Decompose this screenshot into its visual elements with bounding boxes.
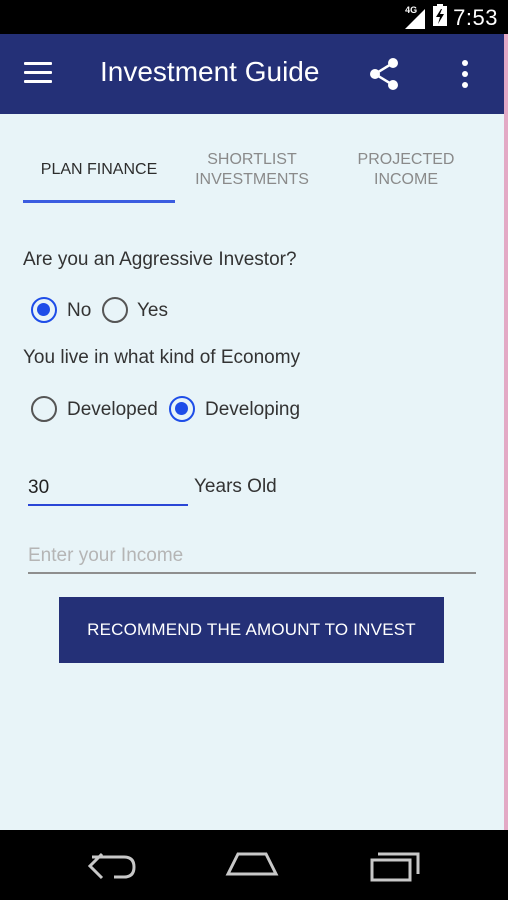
menu-icon[interactable] [24, 62, 54, 86]
recents-icon[interactable] [368, 846, 424, 886]
app-bar: Investment Guide [0, 34, 504, 114]
navigation-bar [0, 830, 508, 900]
back-icon[interactable] [84, 846, 140, 886]
tab-label-line2: INVESTMENTS [195, 171, 309, 188]
radio-investor-no[interactable] [31, 297, 57, 323]
signal-icon: 4G [403, 4, 427, 29]
radio-economy-developing[interactable] [169, 396, 195, 422]
economy-question: You live in what kind of Economy [23, 347, 301, 368]
radio-investor-yes[interactable] [102, 297, 128, 323]
radio-economy-developing-label[interactable]: Developing [205, 399, 300, 421]
years-old-label: Years Old [194, 476, 277, 497]
radio-economy-developed[interactable] [31, 396, 57, 422]
main-content: PLAN FINANCE SHORTLIST INVESTMENTS PROJE… [0, 114, 504, 830]
radio-economy-developed-label[interactable]: Developed [67, 399, 158, 421]
tab-label-line1: SHORTLIST [207, 151, 297, 168]
tab-plan-finance[interactable]: PLAN FINANCE [23, 160, 175, 180]
recommend-amount-button[interactable]: RECOMMEND THE AMOUNT TO INVEST [59, 597, 444, 663]
overflow-menu-icon[interactable] [455, 56, 475, 92]
income-input[interactable] [28, 540, 476, 574]
network-type-label: 4G [405, 4, 418, 15]
tab-label-line2: INCOME [374, 171, 438, 188]
share-icon[interactable] [366, 56, 402, 92]
tab-label-line1: PROJECTED [357, 151, 455, 168]
battery-icon [433, 4, 448, 31]
radio-investor-no-label[interactable]: No [67, 300, 91, 322]
aggressive-investor-question: Are you an Aggressive Investor? [23, 249, 297, 270]
tab-projected-income[interactable]: PROJECTED INCOME [330, 150, 482, 190]
app-title: Investment Guide [100, 56, 320, 87]
tab-label: PLAN FINANCE [40, 161, 158, 178]
status-bar: 4G 7:53 [0, 0, 508, 34]
phone-screen: 4G 7:53 Investment Guide PLAN FINANCE SH… [0, 0, 508, 900]
age-input[interactable] [28, 472, 188, 506]
tab-shortlist-investments[interactable]: SHORTLIST INVESTMENTS [176, 150, 328, 190]
window-edge [504, 34, 508, 830]
home-icon[interactable] [224, 846, 280, 886]
active-tab-indicator [23, 200, 175, 203]
clock: 7:53 [453, 4, 498, 30]
radio-investor-yes-label[interactable]: Yes [137, 300, 168, 322]
